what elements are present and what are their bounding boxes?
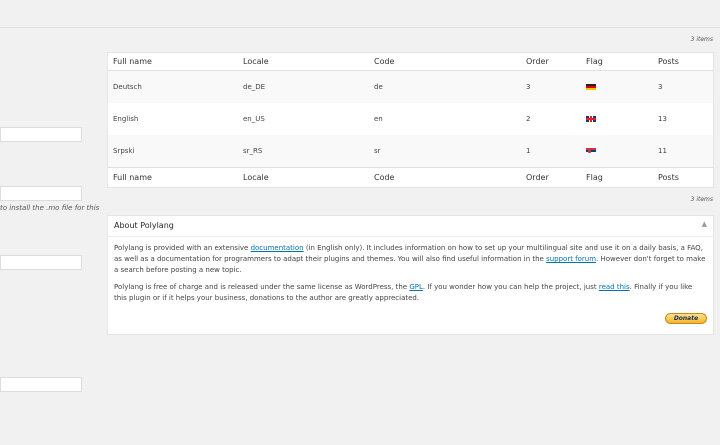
about-paragraph-1: Polylang is provided with an extensive d… [114, 243, 707, 276]
table-row[interactable]: Srpski sr_RS sr 1 11 [108, 135, 713, 167]
items-count-top: 3 items [690, 36, 713, 43]
language-posts[interactable]: 11 [658, 147, 667, 155]
read-this-link[interactable]: read this [599, 283, 630, 291]
language-name[interactable]: English [113, 115, 138, 123]
german-flag-icon [586, 83, 596, 91]
support-forum-link[interactable]: support forum [546, 255, 596, 263]
column-footer-full-name[interactable]: Full name [113, 173, 152, 182]
language-posts[interactable]: 3 [658, 83, 662, 91]
table-row[interactable]: English en_US en 2 13 [108, 103, 713, 135]
about-paragraph-2: Polylang is free of charge and is releas… [114, 282, 707, 304]
language-order: 1 [526, 147, 531, 155]
about-text: . If you wonder how you can help the pro… [422, 283, 599, 291]
language-order: 2 [526, 115, 531, 123]
form-field-2[interactable] [0, 186, 82, 201]
column-header-order[interactable]: Order [526, 57, 549, 66]
languages-table: Full name Locale Code Order Flag Posts D… [107, 52, 714, 188]
language-order: 3 [526, 83, 531, 91]
language-code: en [374, 115, 383, 123]
language-posts[interactable]: 13 [658, 115, 667, 123]
column-footer-flag: Flag [586, 173, 603, 182]
about-text: Polylang is provided with an extensive [114, 244, 251, 252]
language-name[interactable]: Srpski [113, 147, 134, 155]
uk-flag-icon [586, 115, 596, 123]
column-footer-posts[interactable]: Posts [658, 173, 679, 182]
language-code: sr [374, 147, 381, 155]
about-text: Polylang is free of charge and is releas… [114, 283, 410, 291]
donate-button[interactable]: Donate [665, 313, 707, 324]
serbian-flag-icon [586, 147, 596, 155]
column-footer-order[interactable]: Order [526, 173, 549, 182]
table-header-row: Full name Locale Code Order Flag Posts [108, 53, 713, 71]
column-header-locale[interactable]: Locale [243, 57, 269, 66]
field-description: to install the .mo file for this [0, 204, 100, 212]
column-header-full-name[interactable]: Full name [113, 57, 152, 66]
collapse-caret-icon[interactable]: ▲ [702, 220, 707, 228]
table-footer-row: Full name Locale Code Order Flag Posts [108, 167, 713, 187]
form-field-3[interactable] [0, 255, 82, 270]
documentation-link[interactable]: documentation [251, 244, 304, 252]
language-locale: de_DE [243, 83, 266, 91]
header-divider [0, 27, 720, 28]
about-box-header[interactable]: About Polylang ▲ [108, 216, 713, 237]
table-row[interactable]: Deutsch de_DE de 3 3 [108, 71, 713, 103]
language-name[interactable]: Deutsch [113, 83, 142, 91]
column-footer-locale[interactable]: Locale [243, 173, 269, 182]
about-box-title: About Polylang [114, 221, 174, 230]
language-locale: sr_RS [243, 147, 263, 155]
column-header-posts[interactable]: Posts [658, 57, 679, 66]
column-footer-code[interactable]: Code [374, 173, 394, 182]
language-locale: en_US [243, 115, 265, 123]
language-code: de [374, 83, 383, 91]
about-polylang-box: About Polylang ▲ Polylang is provided wi… [107, 215, 714, 335]
items-count-bottom: 3 items [690, 196, 713, 203]
form-field-1[interactable] [0, 127, 82, 142]
form-field-4[interactable] [0, 377, 82, 392]
column-header-flag: Flag [586, 57, 603, 66]
column-header-code[interactable]: Code [374, 57, 394, 66]
about-box-content: Polylang is provided with an extensive d… [108, 237, 713, 304]
gpl-link[interactable]: GPL [409, 283, 423, 291]
